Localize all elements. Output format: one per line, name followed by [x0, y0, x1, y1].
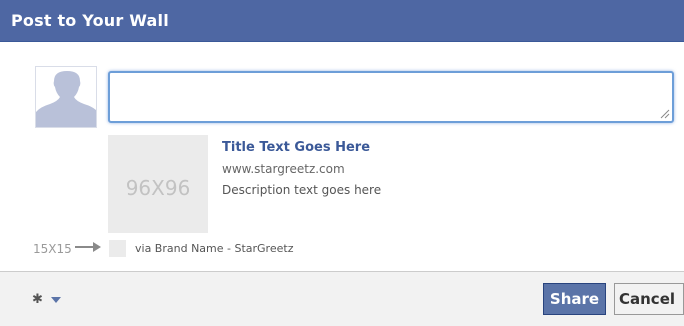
attachment-description: Description text goes here [222, 183, 382, 197]
dialog-title: Post to Your Wall [11, 11, 169, 30]
post-to-wall-dialog: Post to Your Wall 96X96 Title Text Goes … [0, 0, 684, 326]
cancel-button[interactable]: Cancel [614, 283, 684, 315]
attachment-title-link[interactable]: Title Text Goes Here [222, 140, 370, 155]
arrow-right-icon [75, 242, 101, 252]
gear-icon[interactable]: ✱ [32, 292, 43, 307]
share-button[interactable]: Share [543, 283, 606, 315]
brand-icon [109, 240, 126, 257]
via-attribution: via Brand Name - StarGreetz [135, 242, 294, 255]
attachment-url: www.stargreetz.com [222, 162, 345, 176]
dialog-header: Post to Your Wall [0, 0, 684, 42]
attachment-thumbnail[interactable]: 96X96 [108, 135, 208, 233]
icon-size-label: 15X15 [33, 242, 72, 256]
silhouette-avatar-icon [36, 67, 96, 127]
thumbnail-size-label: 96X96 [125, 176, 191, 200]
chevron-down-icon[interactable] [50, 296, 62, 304]
resize-grip-icon[interactable] [660, 109, 670, 119]
avatar [35, 66, 97, 128]
status-input[interactable] [108, 71, 674, 123]
